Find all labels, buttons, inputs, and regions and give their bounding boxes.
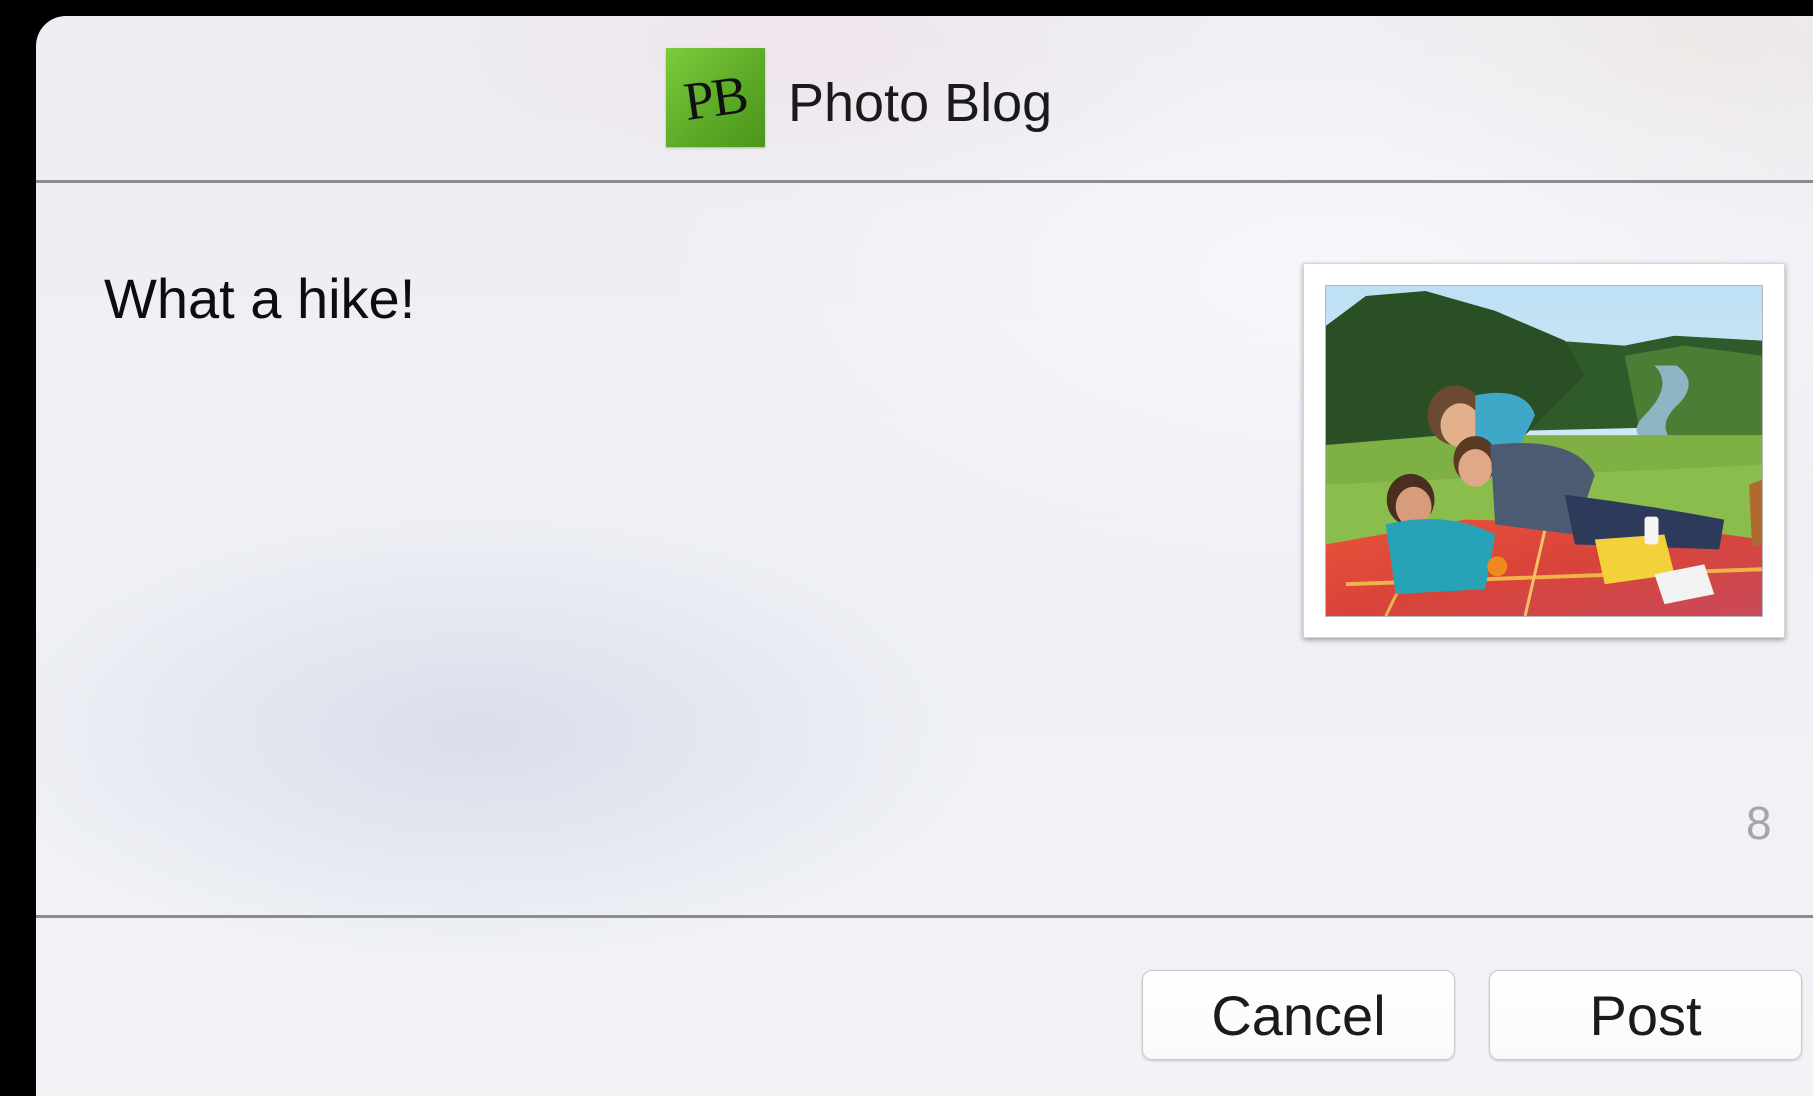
post-button[interactable]: Post [1489, 970, 1802, 1060]
cancel-button[interactable]: Cancel [1142, 970, 1455, 1060]
photo-attachment[interactable] [1303, 263, 1785, 638]
message-text-field[interactable]: What a hike! [104, 266, 415, 331]
title-bar: PB Photo Blog [36, 16, 1813, 181]
header-divider [36, 180, 1813, 183]
character-counter: 8 [1746, 797, 1772, 849]
photo-thumbnail-icon [1325, 285, 1763, 617]
logo-text: PB [680, 63, 751, 132]
app-title: Photo Blog [788, 73, 1053, 133]
share-sheet: PB Photo Blog What a hike! 8 Cancel Post [36, 16, 1813, 1096]
footer-divider [36, 915, 1813, 918]
photo-blog-logo-icon: PB [666, 48, 765, 147]
